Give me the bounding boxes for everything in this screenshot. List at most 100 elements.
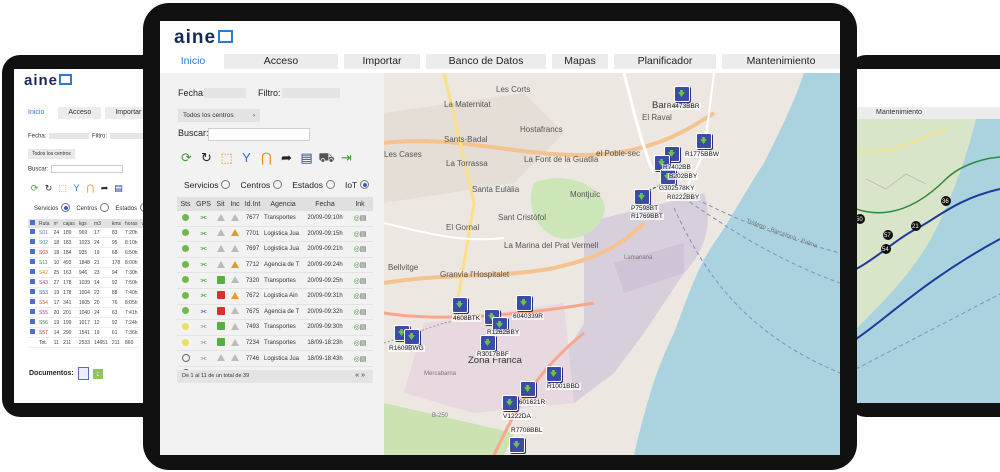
left-tab-acceso[interactable]: Acceso — [58, 107, 102, 119]
table-row[interactable]: ⫘ 7493 Transportes 20/09-09:30h ◎▤ — [177, 319, 373, 336]
left-table-row[interactable]: S57 14 290 1541 19 61 7:36h — [28, 327, 147, 338]
left-table-row[interactable]: S56 19 199 1017 12 92 7:24h — [28, 317, 147, 328]
table-row[interactable]: ⫘ 7320 Transportes 20/09-09:25h ◎▤ — [177, 272, 373, 289]
vehicle-marker[interactable] — [480, 335, 496, 351]
search-input[interactable] — [208, 128, 310, 141]
document-icon[interactable]: ▤ — [360, 356, 367, 363]
tab-inicio[interactable]: Inicio — [168, 54, 218, 69]
tab-mapas[interactable]: Mapas — [552, 54, 608, 69]
forward-icon[interactable]: ➦ — [99, 183, 110, 194]
toggle-centros[interactable]: Centros — [240, 180, 283, 190]
vehicle-marker[interactable] — [509, 437, 525, 453]
left-toggle-centros[interactable]: Centros — [76, 203, 110, 213]
left-table-row[interactable]: S01 24 189 969 17 83 7:20h — [28, 228, 147, 238]
right-tab-mantenimiento[interactable]: Mantenimiento — [856, 107, 1000, 119]
row-checkbox[interactable] — [28, 297, 37, 308]
centros-dropdown-button[interactable]: Todos los centros › — [178, 109, 260, 122]
right-map[interactable]: 36 21 57 54 50 — [856, 119, 1000, 403]
route-icon[interactable]: ⋂ — [85, 183, 96, 194]
column-header-idint[interactable]: Id.Int — [242, 197, 263, 211]
left-column-header[interactable]: kgs — [76, 219, 92, 228]
left-column-header[interactable]: Ruta — [37, 219, 52, 228]
table-row[interactable]: ⫘ 7675 Agencia de T 20/09-09:32h ◎▤ — [177, 304, 373, 321]
left-column-header[interactable]: horas — [123, 219, 140, 228]
reload-icon[interactable]: ↻ — [43, 183, 54, 194]
filtro-input[interactable] — [282, 88, 340, 98]
document-icon[interactable]: ▤ — [360, 340, 367, 347]
left-column-header[interactable]: m3 — [91, 219, 110, 228]
vehicle-marker[interactable] — [674, 86, 690, 102]
tab-banco-de-datos[interactable]: Banco de Datos — [426, 54, 546, 69]
select-area-icon[interactable]: ⬚ — [218, 149, 235, 166]
left-column-header[interactable]: nº — [51, 219, 62, 228]
vehicle-marker[interactable] — [546, 366, 562, 382]
document-icon[interactable]: ▤ — [360, 309, 367, 316]
toggle-iot[interactable]: IoT — [345, 180, 370, 190]
column-header-agencia[interactable]: Agencia — [263, 197, 303, 211]
document-icon[interactable]: ▤ — [360, 246, 367, 253]
truck-icon[interactable]: ⛟ — [318, 149, 335, 166]
table-row[interactable]: ⫘ 7701 Logistica Jua 20/09-09:15h ◎▤ — [177, 226, 373, 243]
row-checkbox[interactable] — [28, 237, 37, 248]
column-header-ink[interactable]: Ink — [347, 197, 373, 211]
left-tab-inicio[interactable]: Inicio — [18, 107, 55, 119]
vehicle-marker[interactable] — [634, 189, 650, 205]
vehicle-marker[interactable] — [520, 381, 536, 397]
table-row[interactable]: ⫘ 7712 Agencia de T 20/09-09:24h ◎▤ — [177, 257, 373, 274]
toggle-estados[interactable]: Estados — [292, 180, 335, 190]
table-row[interactable]: ⫘ 7672 Logistica Ain 20/09-09:31h ◎▤ — [177, 288, 373, 305]
row-checkbox[interactable] — [28, 277, 37, 288]
table-row[interactable]: ⫘ 7697 Logistica Jua 20/09-09:21h ◎▤ — [177, 241, 373, 258]
column-header-gps[interactable]: GPS — [194, 197, 213, 211]
document-icon[interactable]: ▤ — [298, 149, 315, 166]
vehicle-marker[interactable] — [696, 133, 712, 149]
left-table-row[interactable]: S43 27 178 1039 14 92 7:50h — [28, 277, 147, 288]
merge-routes-icon[interactable]: Y — [238, 149, 255, 166]
left-table-row[interactable]: S11 10 493 1848 21 178 8:00h — [28, 257, 147, 268]
select-area-icon[interactable]: ⬚ — [57, 183, 68, 194]
vehicle-marker[interactable] — [452, 297, 468, 313]
document-icon[interactable]: ▤ — [360, 293, 367, 300]
document-icon[interactable]: ▤ — [360, 262, 367, 269]
vehicle-marker[interactable] — [516, 295, 532, 311]
tab-mantenimiento[interactable]: Mantenimiento — [722, 54, 840, 69]
left-column-header[interactable]: kms — [109, 219, 124, 228]
map-canvas[interactable] — [384, 73, 840, 455]
left-column-header[interactable]: cajas — [61, 219, 77, 228]
vehicle-marker[interactable] — [502, 395, 518, 411]
left-fecha-input[interactable] — [49, 133, 90, 139]
row-checkbox[interactable] — [28, 228, 37, 238]
row-checkbox[interactable] — [28, 257, 37, 268]
column-header-inc[interactable]: Inc — [228, 197, 242, 211]
tab-planificador[interactable]: Planificador — [614, 54, 716, 69]
column-header-sts[interactable]: Sts — [177, 197, 194, 211]
left-table-row[interactable]: S02 18 183 1023 24 95 8:10h — [28, 237, 147, 248]
row-checkbox[interactable] — [28, 317, 37, 328]
left-table-row[interactable]: S55 20 201 1040 24 63 7:41h — [28, 307, 147, 318]
row-checkbox[interactable] — [28, 267, 37, 278]
table-row[interactable]: ⫘ 7234 Transportes 18/09-18:23h ◎▤ — [177, 335, 373, 352]
merge-icon[interactable]: Y — [71, 183, 82, 194]
pager-nav-arrows[interactable]: « » — [355, 370, 365, 382]
row-checkbox[interactable] — [28, 327, 37, 338]
table-row[interactable]: ⫘ 7677 Transportes 20/09-09:10h ◎▤ — [177, 211, 373, 227]
vehicle-marker[interactable] — [404, 329, 420, 345]
tab-acceso[interactable]: Acceso — [224, 54, 338, 69]
column-header-fecha[interactable]: Fecha — [303, 197, 347, 211]
refresh-cycle-icon[interactable]: ⟳ — [178, 149, 195, 166]
route-split-icon[interactable]: ⋂ — [258, 149, 275, 166]
left-table-row[interactable]: S53 19 178 1004 22 88 7:40h — [28, 287, 147, 298]
document-file-icon[interactable] — [77, 367, 89, 380]
document-icon[interactable]: ▤ — [360, 324, 367, 331]
document-icon[interactable]: ▤ — [360, 231, 367, 238]
left-toggle-servicios[interactable]: Servicios — [34, 203, 71, 213]
left-table-row[interactable]: S42 25 163 946 23 94 7:30h — [28, 267, 147, 278]
document-icon[interactable]: ▤ — [113, 183, 124, 194]
document-icon[interactable]: ▤ — [360, 215, 367, 222]
left-search-input[interactable] — [51, 165, 124, 173]
download-icon[interactable]: ↓ — [92, 368, 103, 379]
row-checkbox[interactable] — [28, 247, 37, 258]
tab-importar[interactable]: Importar — [344, 54, 420, 69]
column-header-sit[interactable]: Sit — [213, 197, 228, 211]
document-icon[interactable]: ▤ — [360, 278, 367, 285]
